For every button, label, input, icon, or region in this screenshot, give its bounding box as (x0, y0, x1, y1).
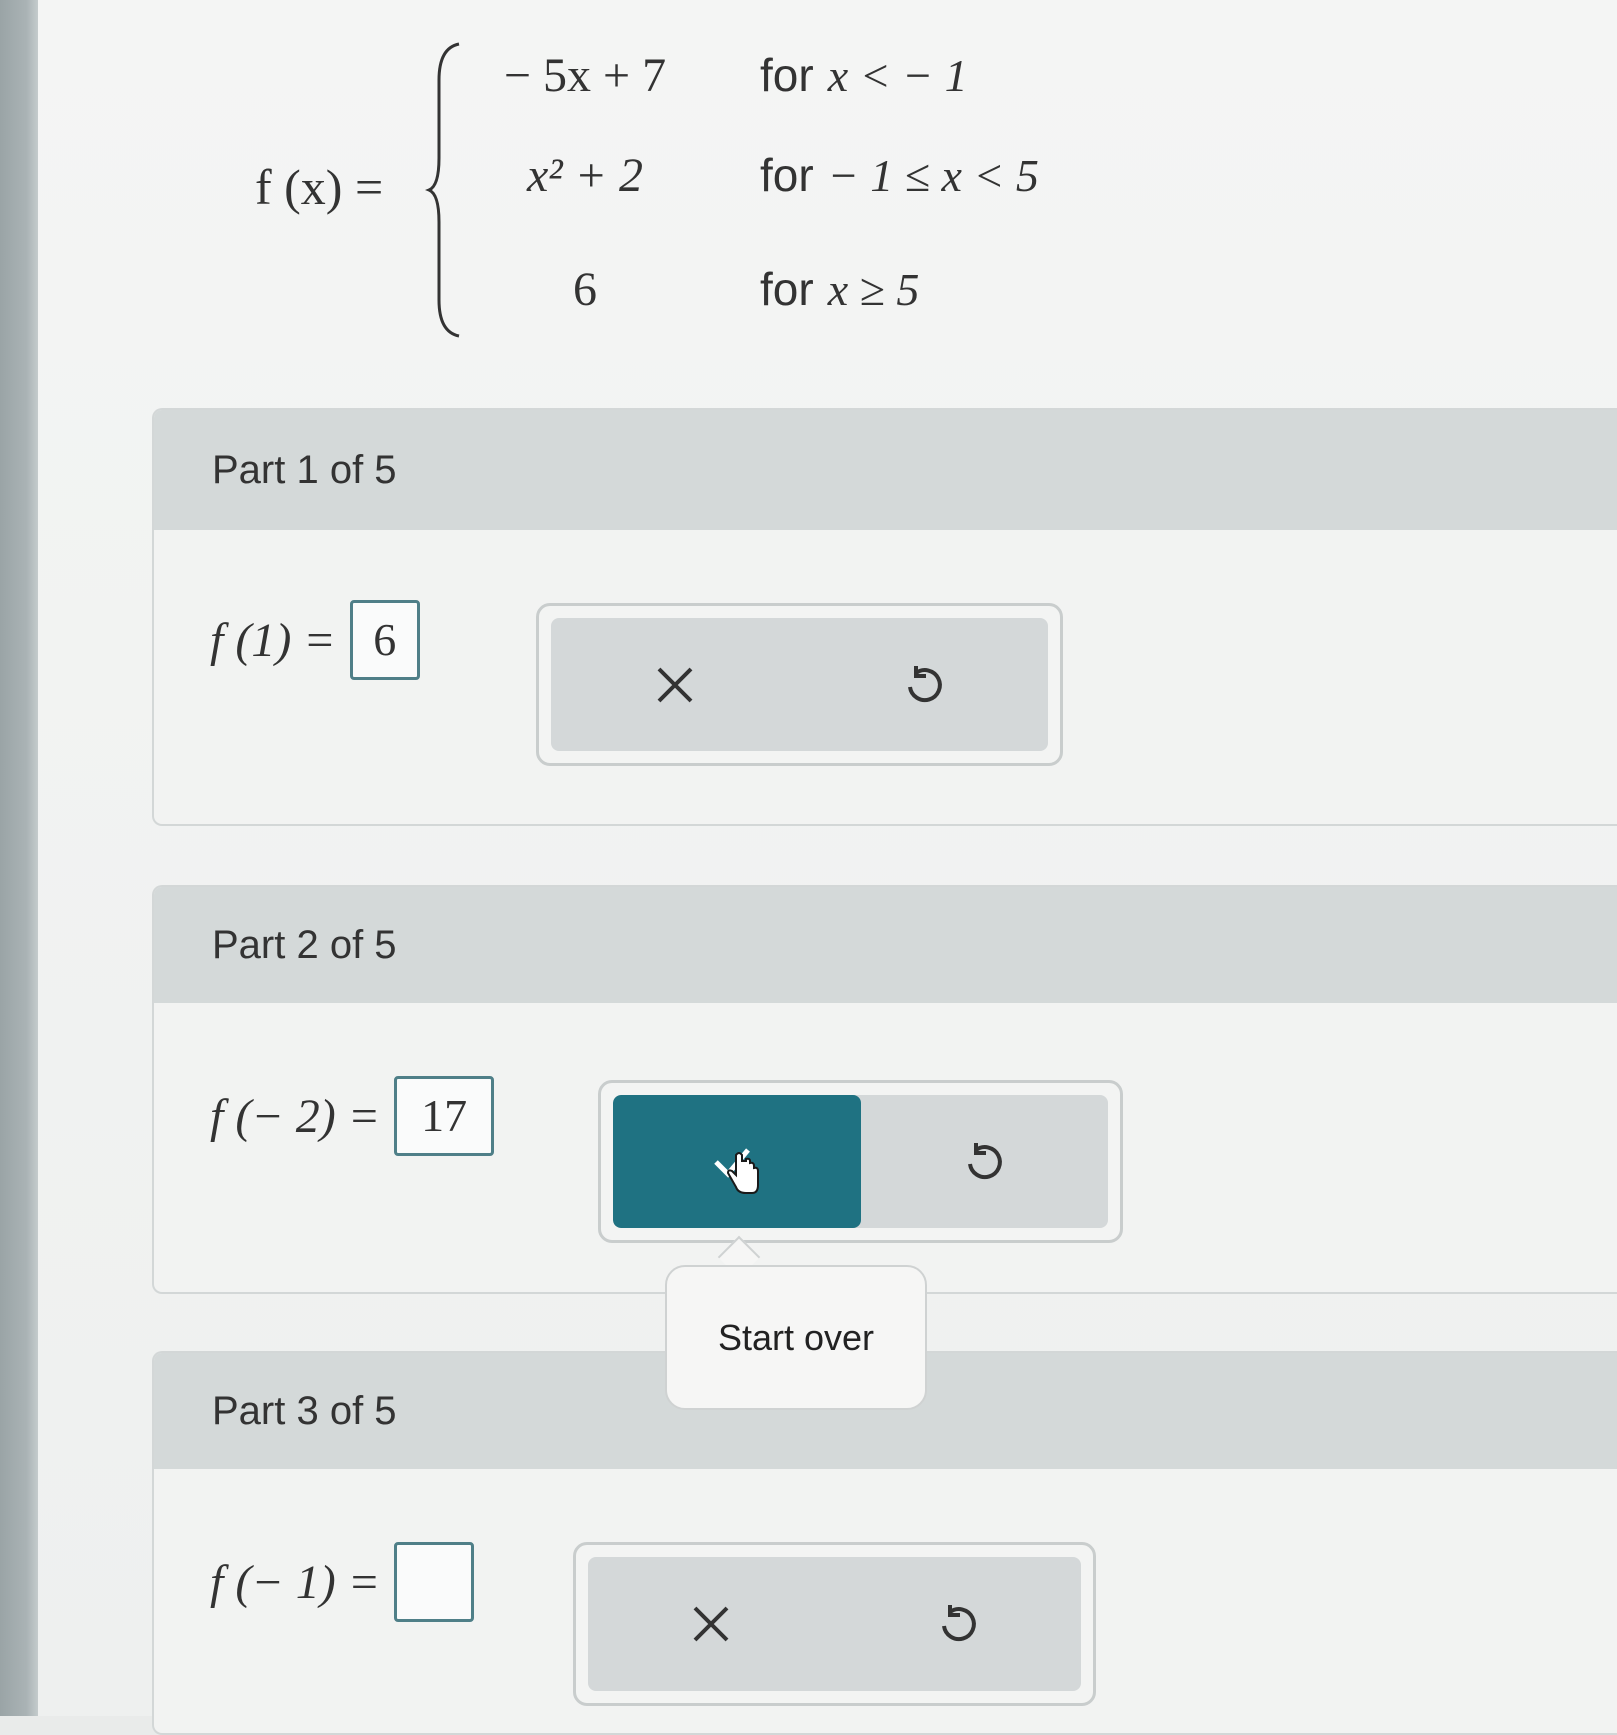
for-label: for (760, 49, 814, 101)
part-title: Part 2 of 5 (154, 887, 1617, 1003)
undo-icon (941, 1605, 976, 1642)
start-over-tooltip: Start over (665, 1265, 927, 1410)
case-expression: − 5x + 7 (503, 49, 667, 102)
part-1-equation: f (1) = 6 (210, 600, 420, 680)
undo-icon (968, 1142, 1003, 1179)
part-1-button-group (536, 603, 1063, 766)
hand-cursor-icon (726, 1151, 759, 1194)
case-row-3: 6 for x ≥ 5 (470, 262, 1370, 342)
part-2-equation: f (− 2) = 17 (210, 1076, 495, 1156)
undo-button[interactable] (835, 1557, 1082, 1691)
condition-text: x ≥ 5 (827, 264, 920, 315)
part-2-button-group (598, 1080, 1123, 1243)
button-bar (551, 618, 1048, 751)
answer-input[interactable]: 6 (349, 600, 420, 680)
for-label: for (760, 149, 814, 201)
case-condition: for x ≥ 5 (760, 262, 919, 316)
equation-lhs: f (− 1) = (210, 1555, 381, 1609)
case-row-1: − 5x + 7 for x < − 1 (470, 48, 1370, 128)
check-button[interactable] (613, 1095, 861, 1228)
clear-button[interactable] (551, 618, 800, 751)
case-row-2: x² + 2 for − 1 ≤ x < 5 (470, 148, 1370, 228)
function-label: f (x) = (255, 159, 384, 215)
condition-text: x < − 1 (827, 50, 968, 101)
button-bar (588, 1557, 1081, 1691)
undo-icon (907, 665, 942, 702)
for-label: for (760, 263, 814, 315)
close-icon (693, 1606, 729, 1642)
part-3-button-group (573, 1542, 1096, 1706)
clear-button[interactable] (588, 1557, 835, 1691)
case-condition: for x < − 1 (760, 48, 968, 102)
left-rail (0, 0, 38, 1716)
button-bar (613, 1095, 1108, 1228)
case-condition: for − 1 ≤ x < 5 (760, 148, 1039, 202)
undo-button[interactable] (861, 1095, 1109, 1228)
left-brace (425, 42, 460, 338)
part-3-equation: f (− 1) = (210, 1542, 475, 1622)
part-title: Part 1 of 5 (154, 410, 1617, 530)
close-icon (657, 667, 693, 702)
answer-input[interactable]: 17 (394, 1076, 495, 1156)
equation-lhs: f (1) = (210, 613, 336, 667)
case-expression: x² + 2 (526, 149, 644, 202)
equation-lhs: f (− 2) = (210, 1089, 381, 1143)
answer-input[interactable] (394, 1542, 475, 1622)
undo-button[interactable] (800, 618, 1049, 751)
condition-text: − 1 ≤ x < 5 (827, 150, 1039, 201)
case-expression: 6 (573, 263, 597, 316)
